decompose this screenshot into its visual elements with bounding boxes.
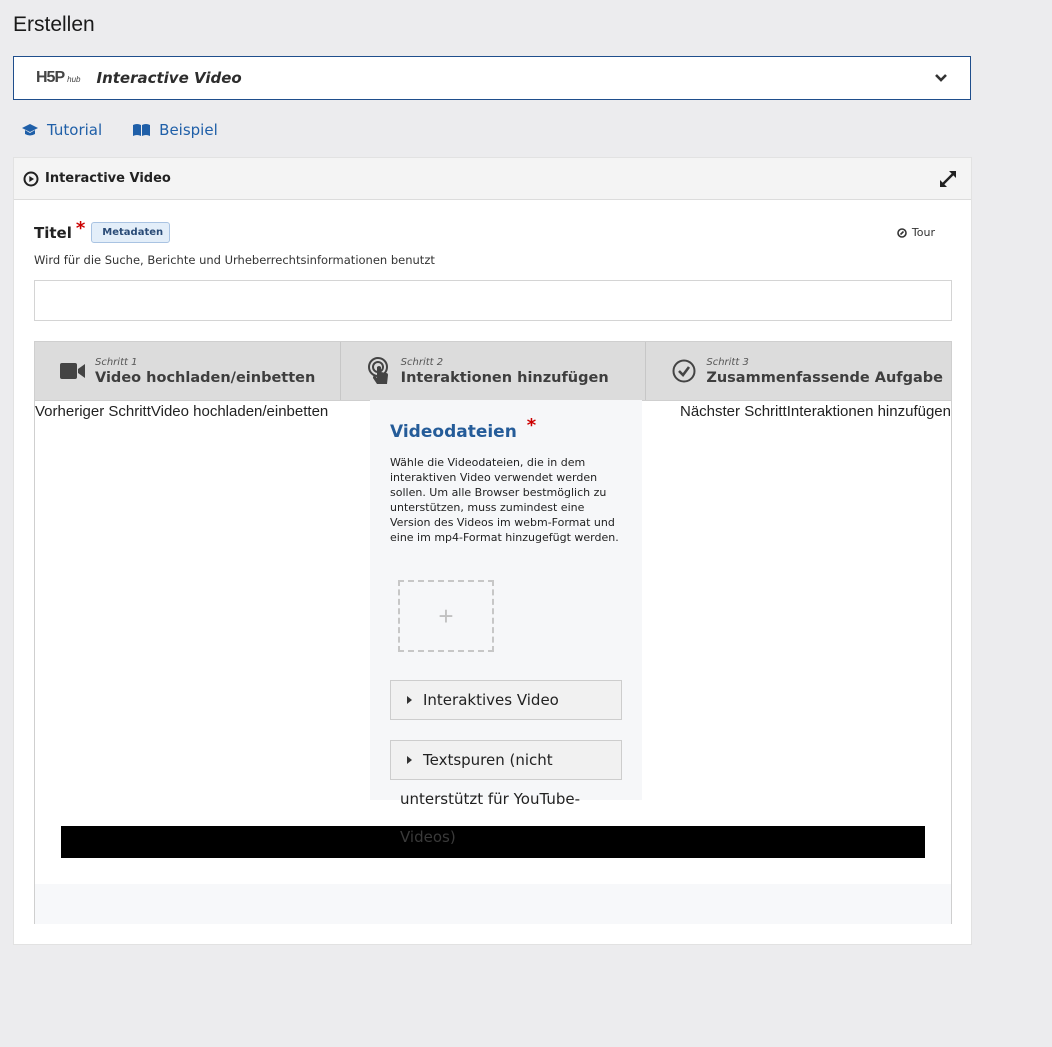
group-label-overflow-1: unterstützt für YouTube-	[400, 790, 581, 808]
group-label: Interaktives Video	[423, 691, 559, 709]
required-marker: *	[526, 415, 537, 436]
metadata-button[interactable]: Metadaten	[91, 222, 171, 243]
logo-sub-text: hub	[67, 75, 81, 84]
tutorial-label: Tutorial	[47, 121, 103, 139]
step-number: Schritt 3	[706, 356, 749, 368]
video-files-field: Videodateien * Wähle die Videodateien, d…	[370, 400, 642, 800]
step-label: Interaktionen hinzufügen	[400, 369, 609, 386]
tour-button[interactable]: Tour	[897, 226, 935, 239]
expand-icon[interactable]	[939, 170, 957, 188]
text-tracks-group[interactable]: Textspuren (nicht	[390, 740, 622, 780]
plus-icon: +	[438, 600, 454, 631]
step-number: Schritt 2	[400, 356, 444, 368]
play-circle-icon	[23, 171, 39, 186]
panel-title: Interactive Video	[45, 171, 171, 186]
page-title: Erstellen	[13, 13, 95, 36]
logo-main-text: H5P	[36, 69, 65, 86]
caret-right-icon	[407, 756, 412, 764]
step-label: Video hochladen/einbetten	[95, 369, 316, 386]
wizard-step-3[interactable]: Schritt 3 Zusammenfassende Aufgabe	[646, 342, 951, 400]
book-icon	[133, 124, 151, 136]
interactive-video-group[interactable]: Interaktives Video	[390, 680, 622, 720]
wizard-step-2[interactable]: Schritt 2 Interaktionen hinzufügen	[341, 342, 647, 400]
selected-content-type: Interactive Video	[96, 69, 242, 87]
example-label: Beispiel	[159, 121, 218, 139]
previous-step-link[interactable]: Vorheriger SchrittVideo hochladen/einbet…	[35, 403, 328, 420]
chevron-down-icon[interactable]	[934, 71, 948, 85]
video-files-description: Wähle die Videodateien, die in dem inter…	[390, 456, 619, 544]
video-files-label-text: Videodateien	[390, 422, 517, 442]
title-label-text: Titel	[34, 223, 72, 242]
wizard-step-1[interactable]: Schritt 1 Video hochladen/einbetten	[35, 342, 341, 400]
touch-icon	[367, 357, 388, 384]
step-number: Schritt 1	[95, 356, 138, 368]
editor-panel: Interactive Video Titel * Metadaten Tour…	[13, 157, 972, 945]
add-video-button[interactable]: +	[398, 580, 494, 652]
video-player-placeholder	[61, 826, 925, 858]
example-link[interactable]: Beispiel	[132, 121, 218, 139]
required-marker: *	[75, 218, 86, 239]
title-field-label: Titel * Metadaten	[34, 218, 171, 243]
next-step-link[interactable]: Nächster SchrittInteraktionen hinzufügen	[680, 403, 951, 420]
panel-header: Interactive Video	[14, 158, 971, 200]
caret-right-icon	[407, 696, 412, 704]
wizard: Schritt 1 Video hochladen/einbetten Schr…	[34, 341, 952, 924]
compass-icon	[897, 227, 907, 238]
wizard-steps: Schritt 1 Video hochladen/einbetten Schr…	[35, 342, 951, 401]
group-label-overflow-2: Videos)	[400, 828, 456, 846]
graduation-cap-icon	[22, 124, 38, 136]
video-camera-icon	[60, 363, 85, 379]
wizard-footer	[35, 884, 951, 924]
step-label: Zusammenfassende Aufgabe	[706, 369, 943, 386]
video-files-label: Videodateien *	[390, 415, 536, 442]
h5p-hub-logo: H5P hub	[36, 69, 80, 87]
group-label: Textspuren (nicht	[423, 751, 553, 769]
title-input[interactable]	[34, 280, 952, 321]
check-circle-icon	[672, 359, 696, 383]
title-field-description: Wird für die Suche, Berichte und Urheber…	[34, 253, 435, 267]
tutorial-link[interactable]: Tutorial	[21, 121, 102, 139]
tour-label: Tour	[911, 226, 935, 239]
content-type-selector[interactable]: H5P hub Interactive Video	[13, 56, 971, 100]
